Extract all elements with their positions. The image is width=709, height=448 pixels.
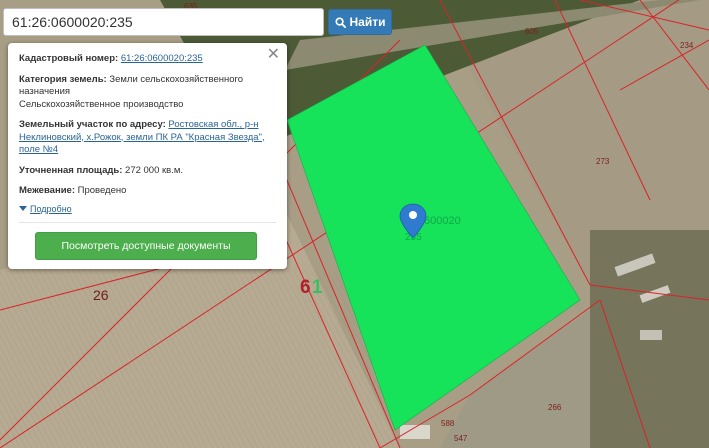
label-234: 234 bbox=[680, 41, 694, 50]
village-roof-4 bbox=[640, 330, 662, 340]
close-icon[interactable]: ✕ bbox=[267, 47, 280, 63]
parcel-number-label: 600020 bbox=[424, 215, 461, 227]
address-label: Земельный участок по адресу: bbox=[19, 119, 166, 130]
search-icon bbox=[334, 16, 346, 28]
search-button-label: Найти bbox=[349, 15, 386, 29]
address-row: Земельный участок по адресу: Ростовская … bbox=[19, 119, 276, 157]
cadastral-row: Кадастровый номер: 61:26:0600020:235 bbox=[19, 53, 276, 66]
cadastral-label: Кадастровый номер: bbox=[19, 53, 119, 64]
view-documents-button[interactable]: Посмотреть доступные документы bbox=[35, 232, 257, 260]
survey-value: Проведено bbox=[77, 185, 127, 196]
area-value: 272 000 кв.м. bbox=[125, 164, 184, 176]
label-547: 547 bbox=[454, 434, 468, 443]
label-26: 26 bbox=[93, 287, 109, 303]
area-label: Уточненная площадь: bbox=[19, 164, 123, 176]
category-label: Категория земель: bbox=[19, 73, 107, 85]
survey-row: Межевание: Проведено bbox=[19, 185, 276, 198]
parcel-info-popup: ✕ Кадастровый номер: 61:26:0600020:235 К… bbox=[8, 43, 287, 269]
cadastral-link[interactable]: 61:26:0600020:235 bbox=[121, 53, 203, 64]
area-row: Уточненная площадь: 272 000 кв.м. bbox=[19, 165, 276, 178]
search-input[interactable] bbox=[3, 8, 324, 36]
details-toggle[interactable]: Подробно bbox=[19, 203, 276, 216]
label-588: 588 bbox=[441, 419, 455, 428]
label-273: 273 bbox=[596, 157, 610, 166]
view-documents-label: Посмотреть доступные документы bbox=[61, 239, 231, 252]
category-row: Категория земель: Земли сельскохозяйстве… bbox=[19, 74, 276, 112]
details-link[interactable]: Подробно bbox=[30, 203, 72, 216]
label-61-part1: 6 bbox=[300, 277, 311, 298]
search-bar bbox=[3, 8, 324, 36]
caret-down-icon bbox=[19, 206, 27, 212]
survey-label: Межевание: bbox=[19, 185, 75, 196]
label-605: 605 bbox=[525, 27, 539, 36]
label-61-part2: 1 bbox=[312, 277, 323, 298]
search-button[interactable]: Найти bbox=[328, 9, 392, 35]
label-266: 266 bbox=[548, 403, 562, 412]
popup-divider bbox=[19, 222, 276, 223]
usage-value: Сельскохозяйственное производство bbox=[19, 98, 184, 110]
